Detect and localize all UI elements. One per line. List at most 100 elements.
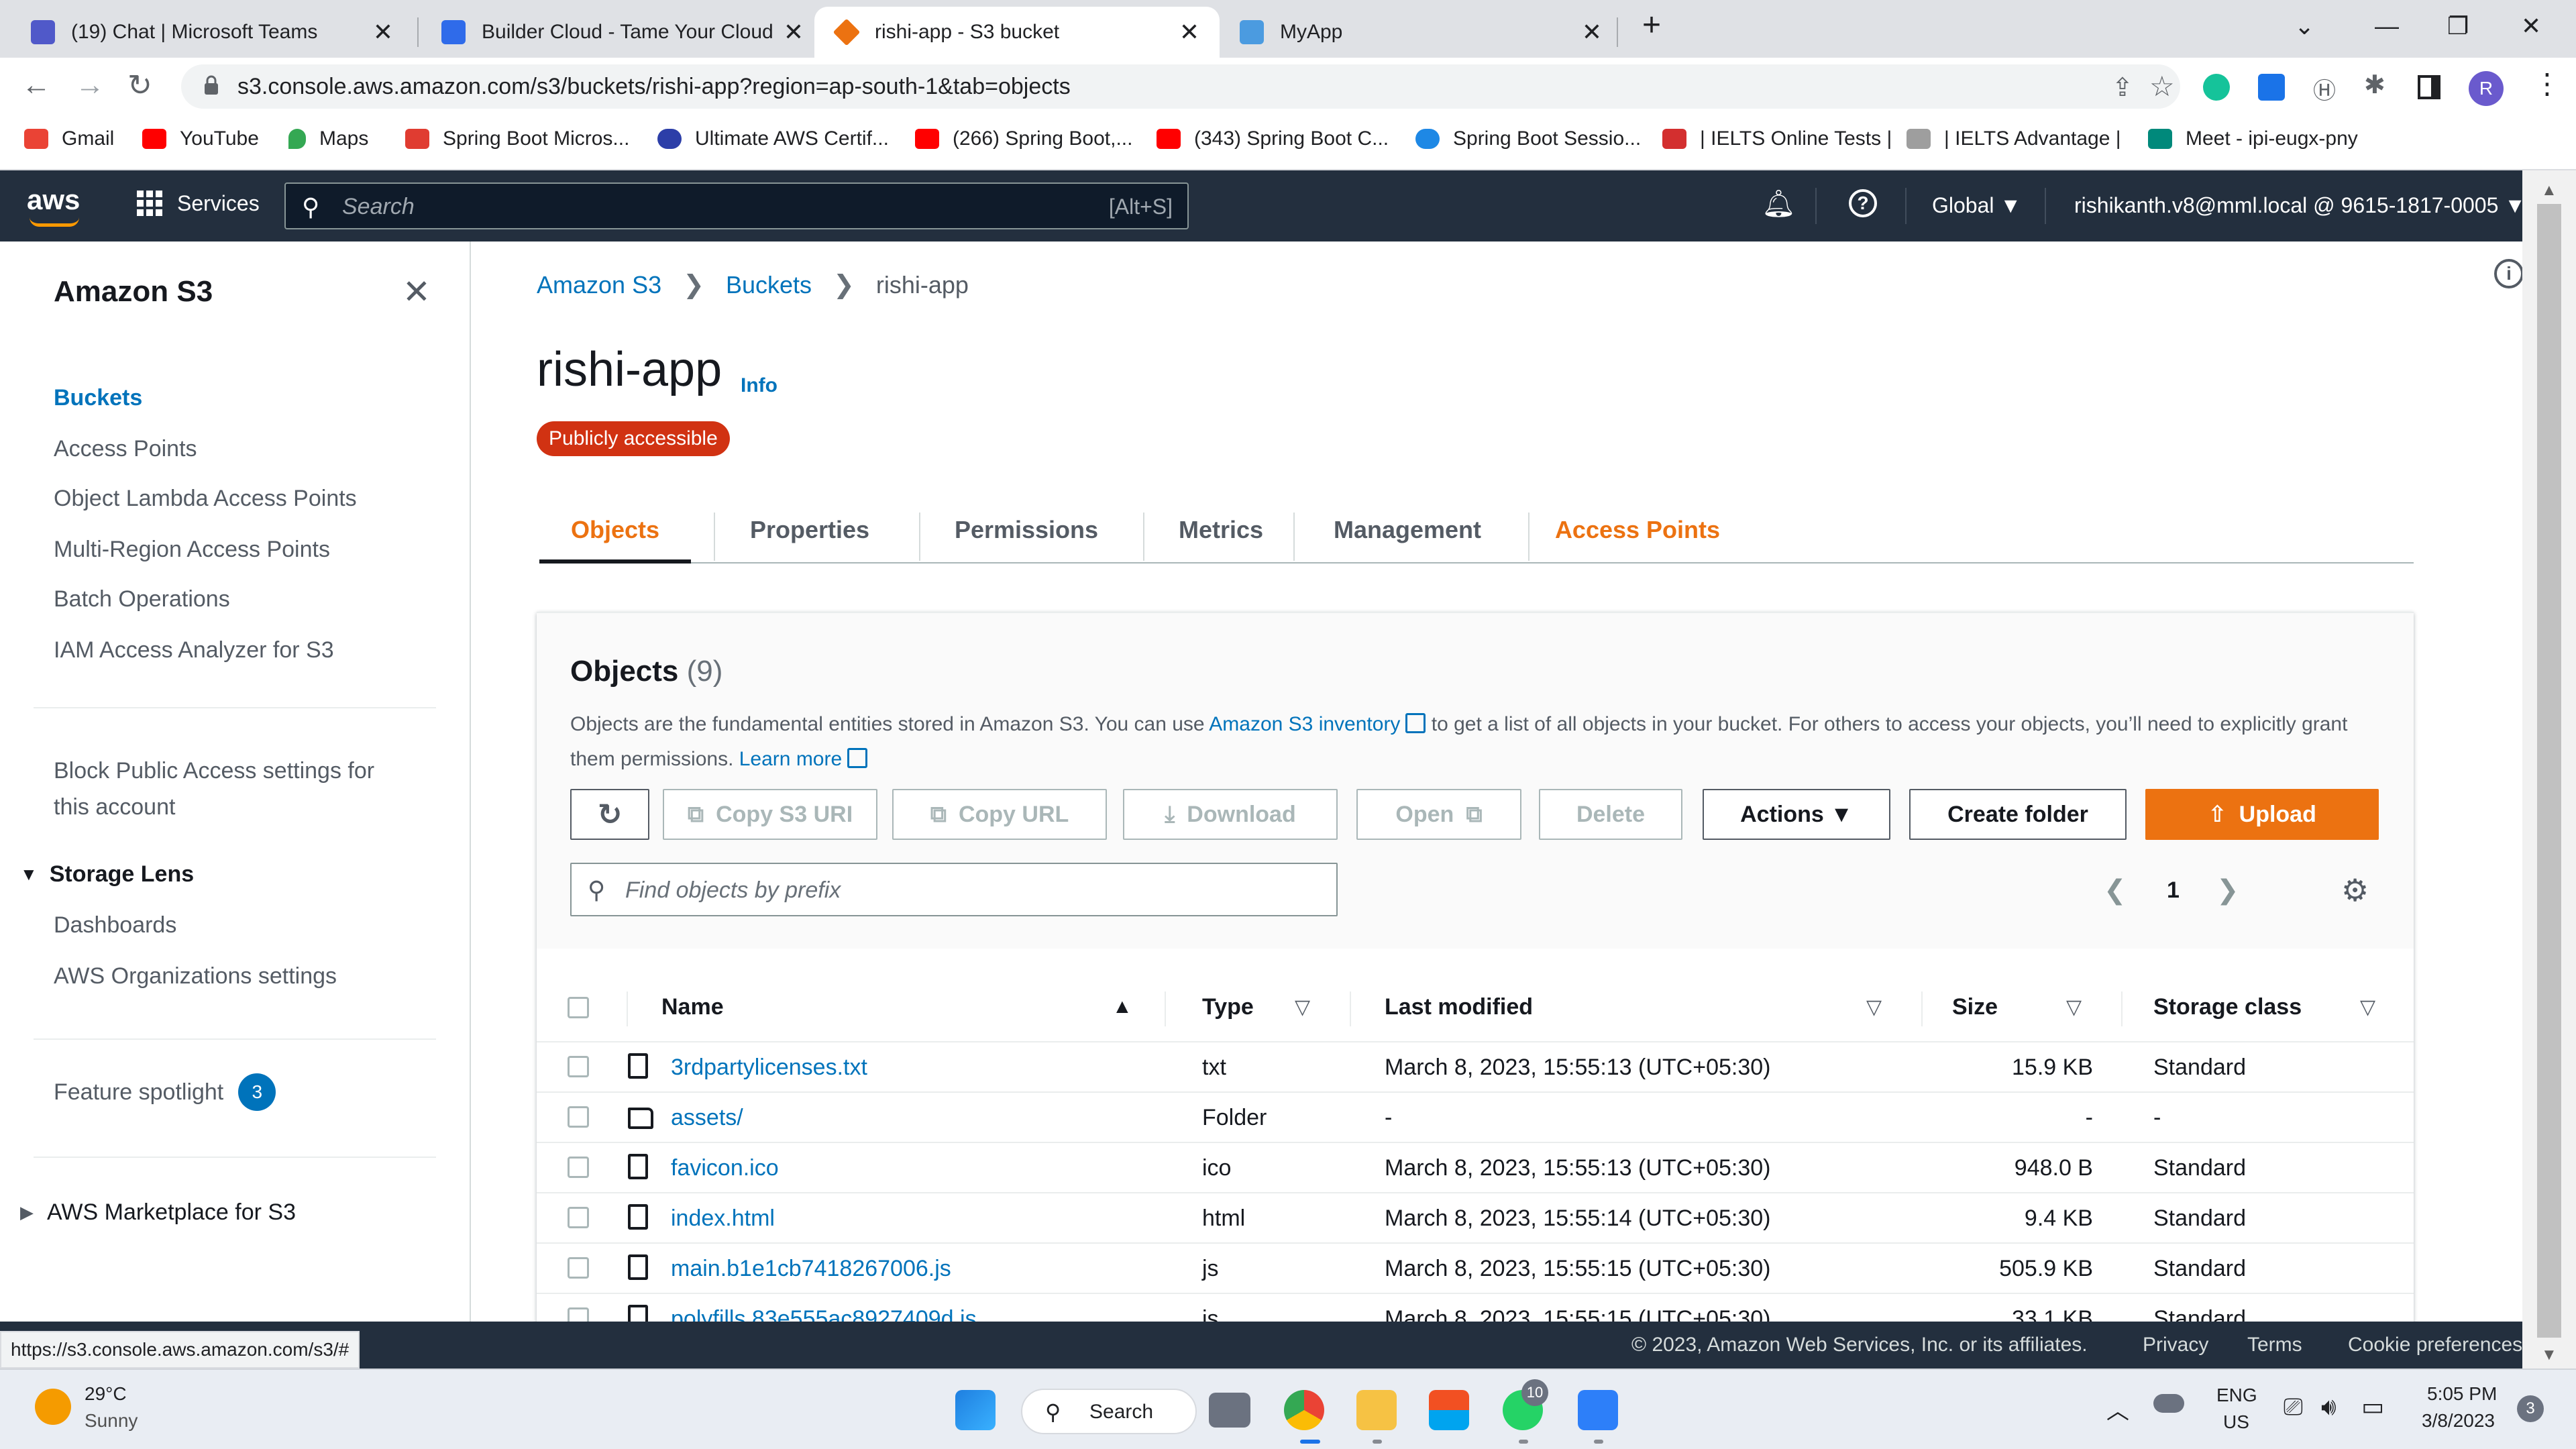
weather-temp[interactable]: 29°C [85,1383,127,1405]
object-name-link[interactable]: favicon.ico [671,1155,779,1181]
sort-icon[interactable]: ▽ [1866,996,1882,1019]
column-header-type[interactable]: Type [1202,994,1254,1020]
copy-url-button[interactable]: ⧉ Copy URL [892,789,1107,840]
region-selector[interactable]: Global ▼ [1932,193,2021,218]
new-tab-button[interactable]: + [1642,7,1661,44]
refresh-button[interactable]: ↻ [570,789,649,840]
profile-avatar[interactable]: R [2469,71,2504,106]
close-window-icon[interactable]: ✕ [2521,12,2541,40]
previous-page-icon[interactable]: ❮ [2104,875,2127,906]
object-name-link[interactable]: main.b1e1cb7418267006.js [671,1256,951,1282]
close-icon[interactable]: ✕ [1179,18,1199,46]
object-name-link[interactable]: polyfills.83e555ac8927409d.js [671,1306,977,1322]
privacy-link[interactable]: Privacy [2143,1334,2208,1356]
upload-button[interactable]: ⇧ Upload [2145,789,2379,840]
aws-search-input[interactable] [342,192,1013,221]
s3-inventory-link[interactable]: Amazon S3 inventory [1209,713,1400,735]
taskbar-search[interactable]: ⚲ Search [1021,1389,1197,1434]
services-menu-button[interactable]: Services [137,191,260,216]
table-row[interactable]: 3rdpartylicenses.txt txt March 8, 2023, … [537,1042,2414,1093]
create-folder-button[interactable]: Create folder [1909,789,2127,840]
object-name-link[interactable]: 3rdpartylicenses.txt [671,1055,867,1081]
sidebar-item-multi-region-access-points[interactable]: Multi-Region Access Points [54,537,330,563]
learn-more-link[interactable]: Learn more [739,748,842,770]
sort-icon[interactable]: ▽ [2360,996,2375,1019]
terms-link[interactable]: Terms [2247,1334,2302,1356]
sidebar-item-aws-organizations-settings[interactable]: AWS Organizations settings [54,963,337,989]
tab-search-chevron-icon[interactable]: ⌄ [2294,12,2314,40]
microsoft-store-icon[interactable] [1429,1390,1469,1430]
minimize-icon[interactable]: — [2375,12,2399,40]
sort-icon[interactable]: ▽ [1295,996,1310,1019]
tab-teams[interactable]: (19) Chat | Microsoft Teams ✕ [11,7,413,58]
sidebar-item-feature-spotlight[interactable]: Feature spotlight 3 [54,1073,276,1111]
bookmark-maps[interactable]: Maps [288,127,368,150]
help-icon[interactable]: ? [1849,189,1877,217]
sidebar-item-dashboards[interactable]: Dashboards [54,912,176,938]
bookmark-spring-boot-micros[interactable]: Spring Boot Micros... [405,127,629,150]
sort-ascending-icon[interactable]: ▲ [1112,996,1132,1018]
actions-dropdown-button[interactable]: Actions ▼ [1703,789,1890,840]
language-code[interactable]: ENG [2216,1385,2257,1406]
side-panel-icon[interactable] [2418,75,2440,99]
bookmark-star-icon[interactable]: ☆ [2149,70,2175,103]
row-checkbox[interactable] [568,1056,589,1077]
tab-permissions[interactable]: Permissions [926,496,1127,564]
bookmark-meet[interactable]: Meet - ipi-eugx-pny [2148,127,2358,150]
url-omnibox[interactable]: s3.console.aws.amazon.com/s3/buckets/ris… [181,64,2180,109]
table-row[interactable]: index.html html March 8, 2023, 15:55:14 … [537,1193,2414,1244]
share-icon[interactable]: ⇪ [2112,72,2133,103]
sidebar-item-object-lambda-access-points[interactable]: Object Lambda Access Points [54,486,357,512]
close-icon[interactable]: ✕ [1582,18,1602,46]
notifications-bell-icon[interactable]: 🔔︎ [1762,188,1796,219]
breadcrumb-amazon-s3[interactable]: Amazon S3 [537,271,661,299]
sidebar-item-iam-access-analyzer[interactable]: IAM Access Analyzer for S3 [54,637,334,663]
aws-logo[interactable]: aws [27,184,80,216]
table-row[interactable]: favicon.ico ico March 8, 2023, 15:55:13 … [537,1143,2414,1193]
honey-extension-icon[interactable]: Ⓗ [2313,72,2336,105]
task-view-icon[interactable] [1209,1393,1250,1428]
scroll-down-icon[interactable]: ▼ [2541,1346,2557,1364]
bookmark-spring-boot-343[interactable]: (343) Spring Boot C... [1157,127,1389,150]
windows-start-icon[interactable] [955,1390,996,1430]
select-all-checkbox[interactable] [568,997,589,1018]
row-checkbox[interactable] [568,1157,589,1178]
row-checkbox[interactable] [568,1207,589,1228]
sidebar-item-aws-marketplace[interactable]: ▶ AWS Marketplace for S3 [20,1199,296,1226]
gear-icon[interactable]: ⚙ [2341,872,2369,908]
sidebar-item-block-public-access[interactable]: Block Public Access settings for this ac… [54,753,374,825]
file-explorer-icon[interactable] [1356,1390,1397,1430]
info-panel-icon[interactable]: i [2494,259,2524,288]
find-objects-input[interactable] [625,873,1323,907]
close-icon[interactable]: ✕ [784,18,804,46]
back-arrow-icon[interactable]: ← [21,68,51,102]
storage-lens-section[interactable]: ▼ Storage Lens [20,861,194,888]
bookmark-gmail[interactable]: Gmail [24,127,114,150]
battery-icon[interactable]: ▭ [2361,1393,2384,1421]
onedrive-cloud-icon[interactable] [2153,1394,2184,1413]
restore-icon[interactable]: ❐ [2447,12,2469,40]
bookmark-ultimate-aws[interactable]: Ultimate AWS Certif... [657,127,889,150]
sun-weather-icon[interactable] [35,1389,71,1425]
row-checkbox[interactable] [568,1307,589,1322]
open-button[interactable]: Open ⧉ [1356,789,1521,840]
tab-management[interactable]: Management [1300,496,1515,564]
object-name-link[interactable]: index.html [671,1205,775,1232]
extension-icon[interactable] [2258,74,2285,101]
breadcrumb-buckets[interactable]: Buckets [726,271,812,299]
column-header-name[interactable]: Name [661,994,724,1020]
tab-builder-cloud[interactable]: Builder Cloud - Tame Your Cloud ✕ [421,7,824,58]
tab-myapp[interactable]: MyApp ✕ [1220,7,1622,58]
bookmark-spring-boot-session[interactable]: Spring Boot Sessio... [1415,127,1641,150]
bookmark-spring-boot-266[interactable]: (266) Spring Boot,... [915,127,1132,150]
table-row[interactable]: polyfills.83e555ac8927409d.js js March 8… [537,1294,2414,1322]
page-scrollbar[interactable]: ▲ ▼ [2522,170,2576,1368]
delete-button[interactable]: Delete [1539,789,1682,840]
bookmark-ielts-advantage[interactable]: | IELTS Advantage | [1907,127,2121,150]
column-header-size[interactable]: Size [1952,994,1998,1020]
close-icon[interactable]: ✕ [373,18,393,46]
sort-icon[interactable]: ▽ [2066,996,2082,1019]
account-menu[interactable]: rishikanth.v8@mml.local @ 9615-1817-0005… [2074,193,2526,218]
clock-time[interactable]: 5:05 PM [2427,1383,2497,1405]
grammarly-extension-icon[interactable] [2203,74,2230,101]
